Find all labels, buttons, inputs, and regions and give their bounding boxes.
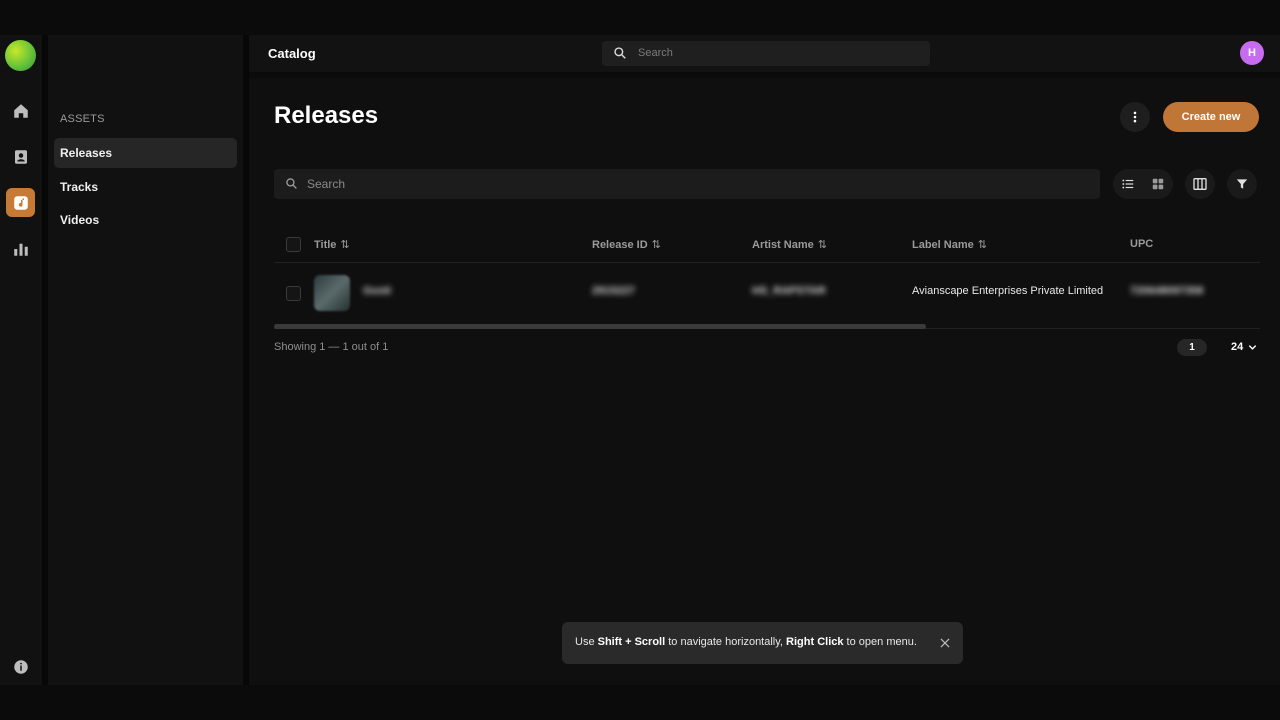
select-all-checkbox[interactable] (286, 237, 301, 252)
pagination-summary: Showing 1 — 1 out of 1 (274, 341, 389, 353)
label-name: Avianscape Enterprises Private Limited (912, 285, 1104, 297)
sort-icon: ⇅ (977, 239, 987, 251)
column-title[interactable]: Title ⇅ (314, 238, 350, 251)
global-search-input[interactable]: Search (602, 41, 930, 66)
sidebar-item-releases[interactable]: Releases (54, 138, 237, 168)
close-icon[interactable] (938, 636, 952, 650)
release-id: 2915227 (592, 285, 635, 297)
home-icon[interactable] (6, 96, 35, 125)
artist-name: HS_RAPSTAR (752, 285, 826, 297)
sidebar-item-tracks[interactable]: Tracks (54, 172, 237, 202)
filter-button[interactable] (1227, 169, 1257, 199)
app-logo[interactable] (5, 40, 36, 71)
hint-toast-message: Use Shift + Scroll to navigate horizonta… (575, 636, 917, 648)
bar-chart-icon[interactable] (6, 234, 35, 263)
sidebar-item-videos[interactable]: Videos (54, 205, 237, 235)
table-search-input[interactable]: Search (274, 169, 1100, 199)
sidebar-section-title: ASSETS (60, 113, 105, 125)
hint-toast: Use Shift + Scroll to navigate horizonta… (562, 622, 963, 664)
columns-icon (1193, 178, 1207, 190)
top-margin (0, 0, 1280, 35)
release-artwork (314, 275, 350, 311)
contacts-icon[interactable] (6, 142, 35, 171)
page-title: Releases (274, 102, 379, 129)
filter-icon (1236, 179, 1248, 189)
table-row[interactable]: Gosti 2915227 HS_RAPSTAR Avianscape Ente… (274, 263, 1260, 329)
table-search-placeholder: Search (307, 177, 346, 191)
page-number-button[interactable]: 1 (1177, 339, 1207, 356)
sort-icon: ⇅ (817, 239, 827, 251)
view-toggle (1113, 169, 1173, 199)
horizontal-scrollbar[interactable] (274, 324, 926, 329)
column-release-id[interactable]: Release ID ⇅ (592, 238, 661, 251)
search-icon (286, 178, 297, 189)
column-label-name[interactable]: Label Name ⇅ (912, 238, 987, 251)
chevron-down-icon (1249, 344, 1257, 350)
search-icon (614, 47, 626, 59)
more-options-button[interactable] (1120, 102, 1150, 132)
info-icon[interactable] (6, 652, 35, 681)
global-search-placeholder: Search (638, 47, 673, 59)
bottom-margin (0, 685, 1280, 720)
kebab-icon (1133, 111, 1137, 123)
columns-button[interactable] (1185, 169, 1215, 199)
app-rail (0, 35, 42, 685)
list-view-icon[interactable] (1120, 176, 1136, 192)
table-header: Title ⇅ Release ID ⇅ Artist Name ⇅ Label Na… (274, 226, 1260, 263)
page-section-title: Catalog (268, 46, 316, 61)
per-page-select[interactable]: 24 (1231, 341, 1258, 353)
release-title[interactable]: Gosti (363, 285, 391, 297)
music-note-icon[interactable] (6, 188, 35, 217)
header: Catalog Search H (249, 35, 1280, 72)
column-upc[interactable]: UPC (1130, 238, 1153, 250)
main-content: Releases Create new Search Title ⇅ Releas… (249, 78, 1280, 685)
sort-icon: ⇅ (340, 239, 350, 251)
per-page-value: 24 (1231, 341, 1244, 353)
grid-view-icon[interactable] (1150, 176, 1166, 192)
column-artist-name[interactable]: Artist Name ⇅ (752, 238, 827, 251)
upc-value: 720648097358 (1130, 285, 1204, 297)
create-new-button[interactable]: Create new (1163, 102, 1259, 132)
sidebar: ASSETS Releases Tracks Videos (48, 35, 243, 685)
row-checkbox[interactable] (286, 286, 301, 301)
sort-icon: ⇅ (651, 239, 661, 251)
avatar[interactable]: H (1240, 41, 1264, 65)
